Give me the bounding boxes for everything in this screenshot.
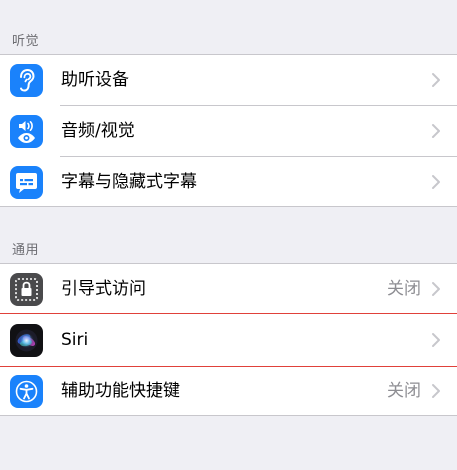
row-label: 助听设备 [61, 70, 129, 90]
row-label: 字幕与隐藏式字幕 [61, 172, 197, 192]
row-value: 关闭 [387, 381, 421, 401]
row-siri[interactable]: Siri [0, 315, 457, 366]
section-header-general: 通用 [12, 243, 40, 258]
row-label: 音频/视觉 [61, 121, 135, 141]
chevron-right-icon [431, 383, 441, 399]
captions-icon [10, 166, 43, 199]
row-label: 辅助功能快捷键 [61, 381, 180, 401]
chevron-right-icon [431, 72, 441, 88]
chevron-right-icon [431, 123, 441, 139]
audio-visual-icon [10, 115, 43, 148]
ear-icon [10, 64, 43, 97]
row-label: 引导式访问 [61, 279, 146, 299]
chevron-right-icon [431, 174, 441, 190]
guided-access-lock-icon [10, 273, 43, 306]
chevron-right-icon [431, 332, 441, 348]
highlight-line-top [0, 313, 457, 314]
row-value: 关闭 [387, 279, 421, 299]
row-label: Siri [61, 330, 89, 350]
general-group: 引导式访问 关闭 Siri 辅助功能快捷键 关闭 [0, 263, 457, 416]
row-hearing-devices[interactable]: 助听设备 [0, 55, 457, 106]
row-captions[interactable]: 字幕与隐藏式字幕 [0, 157, 457, 208]
highlight-line-bottom [0, 366, 457, 367]
hearing-group: 助听设备 音频/视觉 字幕与隐藏式字幕 [0, 54, 457, 207]
section-header-hearing: 听觉 [12, 34, 40, 49]
row-accessibility-shortcut[interactable]: 辅助功能快捷键 关闭 [0, 366, 457, 417]
siri-icon [10, 324, 43, 357]
chevron-right-icon [431, 281, 441, 297]
row-guided-access[interactable]: 引导式访问 关闭 [0, 264, 457, 315]
accessibility-icon [10, 375, 43, 408]
row-audio-visual[interactable]: 音频/视觉 [0, 106, 457, 157]
